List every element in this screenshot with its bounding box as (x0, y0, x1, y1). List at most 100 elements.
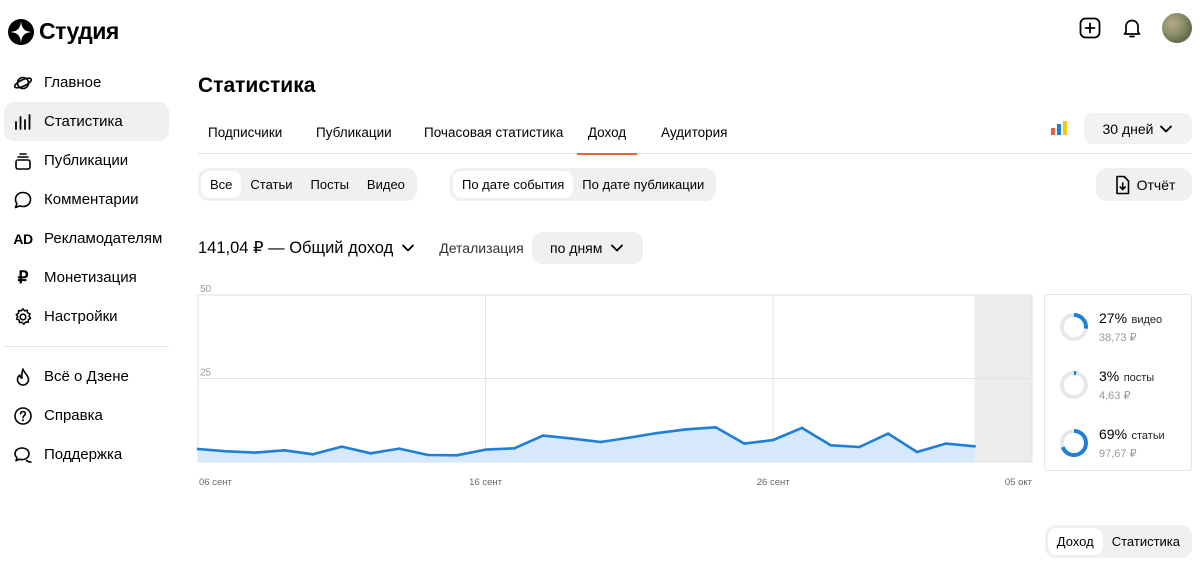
chevron-down-icon (1160, 125, 1173, 132)
sidebar-item-statistics[interactable]: Статистика (4, 102, 169, 141)
tab-audience[interactable]: Аудитория (651, 110, 737, 154)
data-point (944, 442, 948, 445)
tab-publications[interactable]: Публикации (306, 110, 402, 154)
data-point (771, 438, 775, 442)
sidebar-item-label: Комментарии (44, 191, 139, 208)
data-point (829, 444, 832, 447)
y-tick-label: 50 (200, 285, 212, 295)
breakdown-sum: 4,63 ₽ (1099, 390, 1131, 402)
filter-posts[interactable]: Посты (302, 171, 358, 198)
sidebar-item-label: Поддержка (44, 446, 123, 463)
detail-value: по дням (550, 240, 603, 256)
gear-icon (12, 306, 34, 328)
data-point (426, 453, 430, 457)
filter-by-event-date[interactable]: По дате события (453, 171, 574, 198)
donut-ring-icon (1060, 429, 1088, 457)
sidebar-item-main[interactable]: Главное (4, 63, 169, 102)
detail-select[interactable]: по дням (531, 232, 643, 264)
income-total-select[interactable]: 141,04 ₽ — Общий доход (198, 238, 415, 258)
sidebar-item-label: Монетизация (44, 269, 137, 286)
sidebar-item-about-zen[interactable]: Всё о Дзене (4, 357, 169, 396)
chevron-down-icon (402, 244, 415, 252)
ruble-icon: ₽ (17, 267, 29, 287)
data-point (484, 448, 487, 451)
x-tick-label: 06 сент (199, 477, 232, 485)
breakdown-item-video[interactable]: 27% видео 38,73 ₽ (1059, 310, 1162, 344)
stats-tabs: Подписчики Публикации Почасовая статисти… (198, 110, 1192, 155)
toggle-statistics[interactable]: Статистика (1103, 528, 1189, 555)
notifications-button[interactable] (1120, 16, 1144, 40)
comment-icon (12, 189, 34, 211)
colored-bars-icon[interactable] (1050, 120, 1068, 136)
filter-video[interactable]: Видео (358, 171, 414, 198)
y-tick-label: 25 (200, 368, 212, 379)
sidebar-item-publications[interactable]: Публикации (4, 141, 169, 180)
filter-by-publication-date[interactable]: По дате публикации (573, 171, 713, 198)
bell-icon (1123, 19, 1141, 38)
data-point (685, 427, 689, 431)
x-tick-label: 16 сент (469, 477, 502, 485)
sidebar-item-monetization[interactable]: ₽ Монетизация (4, 258, 169, 297)
sidebar-item-settings[interactable]: Настройки (4, 297, 169, 336)
detail-label: Детализация (439, 240, 524, 256)
sidebar-item-label: Публикации (44, 152, 129, 169)
breakdown-sum: 97,67 ₽ (1099, 448, 1137, 460)
period-label: 30 дней (1102, 120, 1154, 137)
sidebar-item-help[interactable]: Справка (4, 396, 169, 435)
avatar[interactable] (1162, 13, 1192, 43)
sidebar-item-advertisers[interactable]: AD Рекламодателям (4, 219, 169, 258)
chevron-down-icon (611, 244, 624, 252)
data-point (369, 452, 372, 455)
plus-square-icon (1079, 17, 1101, 39)
studio-logo[interactable]: Студия (8, 18, 119, 45)
data-point (886, 432, 890, 435)
breakdown-item-posts[interactable]: 3% посты 4,63 ₽ (1059, 368, 1154, 402)
data-point (541, 434, 545, 437)
ad-icon: AD (13, 230, 33, 247)
breakdown-percent: 27% (1099, 310, 1128, 326)
data-point (311, 453, 315, 456)
breakdown-percent: 3% (1099, 368, 1120, 384)
page-title: Статистика (198, 74, 316, 97)
data-point (656, 431, 660, 435)
breakdown-sum: 38,73 ₽ (1099, 332, 1137, 344)
period-select[interactable]: 30 дней (1084, 113, 1192, 144)
data-point (282, 449, 286, 452)
breakdown-percent: 69% (1099, 426, 1128, 442)
breakdown-name: статьи (1131, 430, 1165, 442)
report-file-icon (1115, 175, 1129, 194)
question-icon (12, 405, 34, 427)
data-point (800, 426, 804, 430)
data-point (714, 425, 717, 429)
sidebar-item-comments[interactable]: Комментарии (4, 180, 169, 219)
planet-icon (12, 72, 34, 94)
zen-logo-icon (8, 18, 34, 45)
top-actions (1078, 13, 1192, 43)
stack-icon (12, 150, 34, 172)
sidebar-item-label: Рекламодателям (44, 230, 163, 247)
sidebar-item-support[interactable]: Поддержка (4, 435, 169, 474)
create-button[interactable] (1078, 16, 1102, 40)
data-point (398, 447, 401, 450)
data-point (513, 447, 516, 450)
income-chart: 0255006 сент16 сент26 сент05 окт (196, 284, 1037, 488)
toggle-income[interactable]: Доход (1047, 528, 1103, 555)
data-point (570, 437, 574, 440)
income-area (198, 427, 975, 462)
data-point (973, 445, 976, 448)
x-tick-label: 05 окт (1005, 477, 1033, 485)
report-button[interactable]: Отчёт (1096, 168, 1192, 201)
breakdown-item-articles[interactable]: 69% статьи 97,67 ₽ (1059, 426, 1165, 460)
filter-all[interactable]: Все (201, 171, 242, 198)
report-button-label: Отчёт (1136, 176, 1176, 193)
breakdown-name: посты (1123, 372, 1155, 384)
tab-hourly-stats[interactable]: Почасовая статистика (414, 110, 573, 154)
data-point (599, 440, 602, 444)
bottom-view-toggle: Доход Статистика (1044, 525, 1192, 558)
filter-articles[interactable]: Статьи (241, 171, 301, 198)
tab-income[interactable]: Доход (577, 110, 637, 155)
data-point (225, 450, 229, 453)
donut-ring-icon (1060, 371, 1088, 399)
donut-ring-icon (1060, 313, 1088, 341)
tab-subscribers[interactable]: Подписчики (198, 110, 292, 154)
